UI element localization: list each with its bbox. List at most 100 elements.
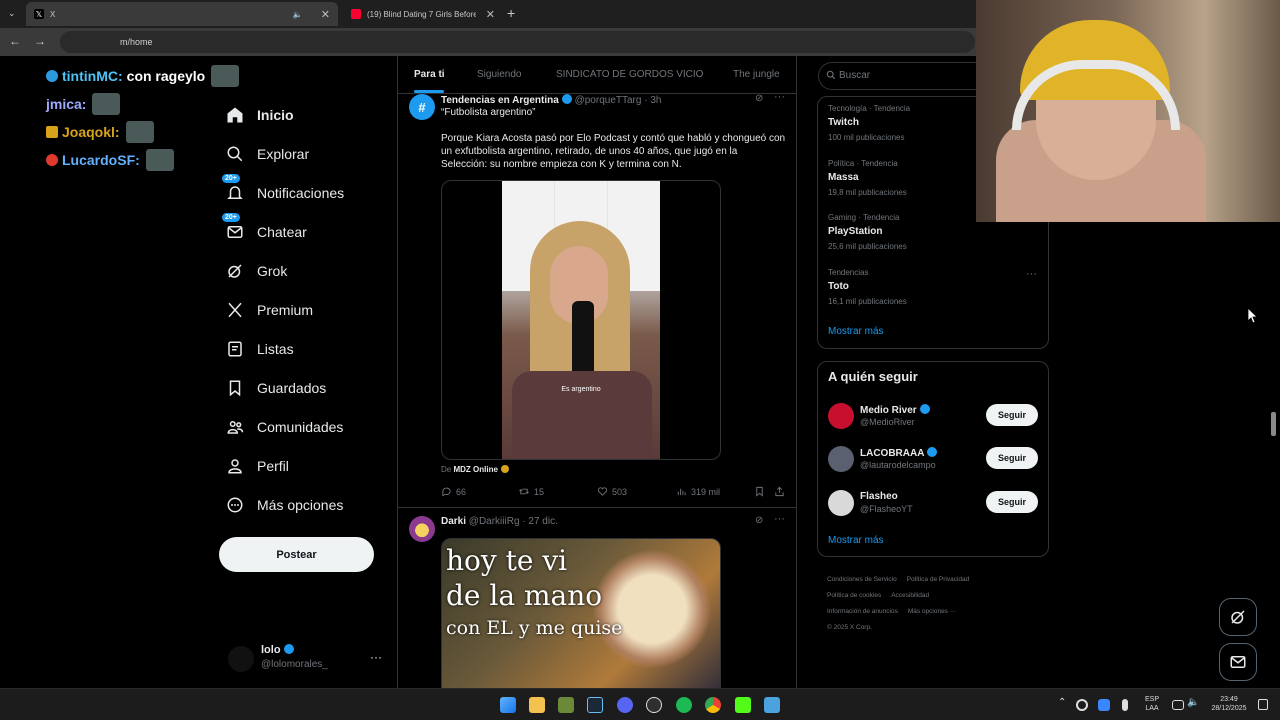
sidebar-item-guardados[interactable]: Guardados [222, 369, 326, 407]
badge-icon [46, 70, 58, 82]
account-switcher[interactable]: lolo @lolomorales_ ··· [228, 640, 388, 676]
post-source: De MDZ Online [441, 465, 509, 474]
sidebar-item-listas[interactable]: Listas [222, 330, 294, 368]
reply-button[interactable]: 66 [441, 486, 466, 497]
obs-icon[interactable] [646, 697, 662, 713]
footer-link[interactable]: Condiciones de Servicio [827, 576, 897, 583]
steam-icon[interactable] [587, 697, 603, 713]
sidebar-item-inicio[interactable]: Inicio [222, 96, 294, 134]
footer-link[interactable]: Información de anuncios [827, 608, 898, 615]
windows-taskbar: ⌃ ESP LAA 🔈 23:49 28/12/2025 [0, 688, 1280, 720]
grok-icon[interactable]: ⊘ [755, 93, 763, 104]
show-more-trends-link[interactable]: Mostrar más [828, 326, 884, 337]
back-arrow-icon[interactable]: ← [9, 34, 21, 48]
avatar [828, 490, 854, 516]
page-scrollbar[interactable] [1271, 412, 1276, 436]
new-tab-button[interactable]: + [507, 5, 515, 21]
sidebar-item-mas-opciones[interactable]: Más opciones [222, 486, 343, 524]
trend-item[interactable]: Gaming · Tendencia PlayStation 25,6 mil … [828, 213, 907, 251]
trend-item[interactable]: Tecnología · Tendencia Twitch 100 mil pu… [828, 104, 910, 142]
tab-audio-icon[interactable]: 🔈 [293, 10, 303, 19]
repost-button[interactable]: 15 [518, 486, 544, 497]
follow-suggestion[interactable]: Flasheo @FlasheoYT Seguir [828, 490, 1040, 522]
sidebar-item-chatear[interactable]: 20+ Chatear [222, 213, 307, 251]
footer-link[interactable]: Más opciones ··· [908, 608, 956, 615]
tray-shield-icon[interactable] [1098, 699, 1110, 711]
footer-link[interactable]: Política de Privacidad [907, 576, 970, 583]
post-text: “Futbolista argentino” [441, 107, 536, 118]
follow-button[interactable]: Seguir [986, 491, 1038, 513]
tab-the-jungle[interactable]: The jungle [733, 69, 780, 80]
windows-start-icon[interactable] [500, 697, 516, 713]
tray-mic-icon[interactable] [1122, 699, 1128, 711]
tray-sync-icon[interactable] [1076, 699, 1088, 711]
file-explorer-icon[interactable] [529, 697, 545, 713]
notifications-icon[interactable] [1258, 699, 1268, 710]
post-button[interactable]: Postear [219, 537, 374, 572]
spotify-icon[interactable] [676, 697, 692, 713]
notepad-icon[interactable] [764, 697, 780, 713]
show-more-follow-link[interactable]: Mostrar más [828, 535, 884, 546]
tab-list-chevron-icon[interactable]: ⌄ [8, 8, 16, 19]
tray-volume-icon[interactable]: 🔈 [1187, 697, 1199, 708]
discord-icon[interactable] [617, 697, 633, 713]
chat-user: jmica: [46, 96, 87, 112]
post[interactable]: # Tendencias en Argentina @porqueTTarg ·… [398, 91, 796, 507]
user-name: Flasheo [860, 491, 898, 502]
grok-icon[interactable]: ⊘ [755, 515, 763, 526]
more-icon[interactable]: ··· [774, 513, 785, 525]
people-icon [222, 414, 248, 440]
url-field[interactable] [60, 31, 975, 53]
more-icon[interactable]: ··· [370, 650, 382, 664]
post-video[interactable]: Es argentino [441, 180, 721, 460]
tray-chevron-icon[interactable]: ⌃ [1058, 697, 1066, 708]
tab-siguiendo[interactable]: Siguiendo [477, 69, 521, 80]
follow-button[interactable]: Seguir [986, 447, 1038, 469]
profile-handle: @lolomorales_ [261, 659, 328, 670]
tab-x[interactable]: 𝕏 X 🔈 ✕ [26, 2, 338, 26]
trend-item[interactable]: Política · Tendencia Massa 19,8 mil publ… [828, 159, 907, 197]
kick-icon[interactable] [735, 697, 751, 713]
minecraft-icon[interactable] [558, 697, 574, 713]
profile-name: lolo [261, 644, 281, 656]
sidebar-item-perfil[interactable]: Perfil [222, 447, 289, 485]
more-icon[interactable]: ··· [774, 91, 785, 103]
trend-more-icon[interactable]: ··· [1026, 268, 1037, 280]
bookmark-button[interactable] [754, 486, 769, 497]
follow-button[interactable]: Seguir [986, 404, 1038, 426]
close-icon[interactable]: ✕ [321, 8, 330, 21]
like-button[interactable]: 503 [597, 486, 627, 497]
post[interactable]: Darki @DarkiiiRg · 27 dic. ⊘ ··· hoy te … [398, 513, 796, 688]
messages-floating-button[interactable] [1219, 643, 1257, 681]
sidebar-item-notificaciones[interactable]: 20+ Notificaciones [222, 174, 344, 212]
tab-para-ti[interactable]: Para ti [414, 69, 445, 80]
sidebar-item-premium[interactable]: Premium [222, 291, 313, 329]
chrome-icon[interactable] [705, 697, 721, 713]
post-image[interactable]: hoy te vi de la mano con EL y me quise [441, 538, 721, 688]
forward-arrow-icon[interactable]: → [34, 34, 46, 48]
tab-youtube[interactable]: (19) Blind Dating 7 Girls Before ✕ [343, 2, 503, 26]
tab-sindicato[interactable]: SINDICATO DE GORDOS VICIO [556, 69, 703, 80]
input-language[interactable]: ESP LAA [1142, 695, 1162, 713]
sidebar-item-grok[interactable]: Grok [222, 252, 287, 290]
heart-icon [597, 487, 608, 496]
follow-suggestion[interactable]: LACOBRAAA @lautarodelcampo Seguir [828, 446, 1040, 478]
sidebar-item-explorar[interactable]: Explorar [222, 135, 309, 173]
tray-network-icon[interactable] [1172, 700, 1184, 710]
clock[interactable]: 23:49 28/12/2025 [1206, 695, 1252, 713]
sidebar-item-comunidades[interactable]: Comunidades [222, 408, 343, 446]
footer-link[interactable]: Accesibilidad [891, 592, 929, 599]
views-button[interactable]: 319 mil [676, 486, 720, 497]
source-name[interactable]: MDZ Online [453, 465, 497, 474]
footer-link[interactable]: Política de cookies [827, 592, 881, 599]
close-icon[interactable]: ✕ [486, 8, 495, 21]
trend-item[interactable]: Tendencias Toto 16,1 mil publicaciones [828, 268, 907, 306]
share-button[interactable] [774, 486, 789, 497]
follow-suggestion[interactable]: Medio River @MedioRiver Seguir [828, 403, 1040, 435]
emote-icon [145, 149, 174, 171]
avatar: # [409, 94, 435, 120]
mail-icon: 20+ [222, 213, 248, 245]
grok-floating-button[interactable] [1219, 598, 1257, 636]
search-icon [826, 70, 836, 80]
bookmark-icon [222, 375, 248, 401]
